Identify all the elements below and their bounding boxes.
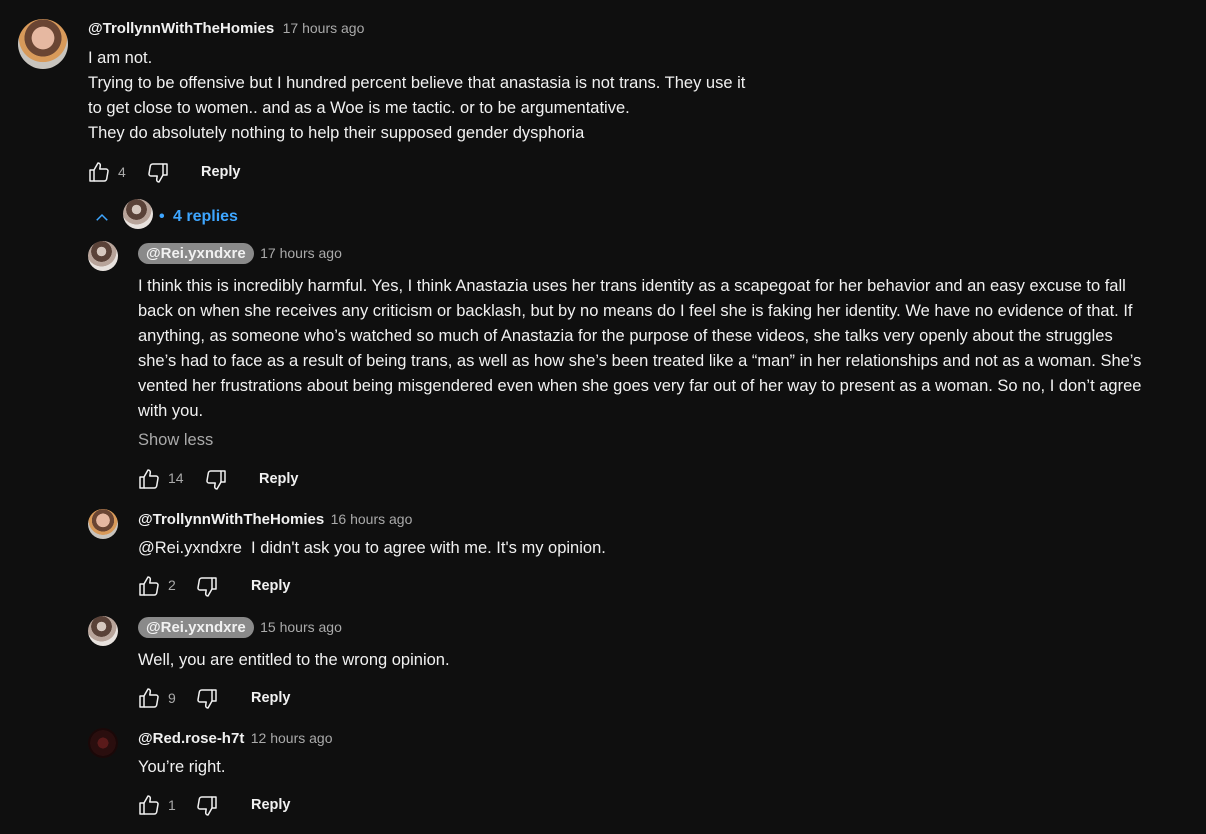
thumb-down-icon bbox=[206, 470, 226, 490]
reply-body: I think this is incredibly harmful. Yes,… bbox=[138, 274, 1204, 424]
avatar[interactable] bbox=[88, 728, 118, 758]
avatar[interactable] bbox=[88, 616, 118, 646]
reply-line: back on when she receives any criticism … bbox=[138, 302, 1133, 320]
reply-line: with you. bbox=[138, 402, 204, 420]
replies-bullet: • bbox=[159, 208, 165, 225]
reply-time[interactable]: 16 hours ago bbox=[331, 511, 413, 527]
dislike-button[interactable] bbox=[195, 687, 219, 711]
thumb-down-icon bbox=[197, 689, 217, 709]
reply-button[interactable]: Reply bbox=[251, 578, 291, 594]
thumb-up-icon bbox=[139, 576, 159, 596]
like-count: 9 bbox=[168, 690, 176, 706]
like-button[interactable] bbox=[137, 574, 161, 598]
reply-header: @Rei.yxndxre 15 hours ago bbox=[138, 617, 342, 638]
comment-line: They do absolutely nothing to help their… bbox=[88, 124, 585, 142]
reply-line: vented her frustrations about being misg… bbox=[138, 377, 1142, 395]
reply-author-pill[interactable]: @Rei.yxndxre bbox=[138, 617, 254, 638]
comment-line: Trying to be offensive but I hundred per… bbox=[88, 74, 746, 92]
like-button[interactable] bbox=[137, 467, 161, 491]
like-count: 14 bbox=[168, 470, 184, 486]
reply-button[interactable]: Reply bbox=[259, 471, 299, 487]
dislike-button[interactable] bbox=[195, 575, 219, 599]
reply-time[interactable]: 12 hours ago bbox=[251, 730, 333, 746]
reply-button[interactable]: Reply bbox=[251, 690, 291, 706]
thumb-up-icon bbox=[139, 688, 159, 708]
like-count: 2 bbox=[168, 577, 176, 593]
reply-line: she’s had to face as a result of being t… bbox=[138, 352, 1142, 370]
like-count: 4 bbox=[118, 164, 126, 180]
replier-avatar bbox=[123, 199, 153, 229]
thumb-down-icon bbox=[197, 796, 217, 816]
reply-time[interactable]: 15 hours ago bbox=[260, 619, 342, 635]
reply-header: @Rei.yxndxre 17 hours ago bbox=[138, 243, 342, 264]
reply-time[interactable]: 17 hours ago bbox=[260, 245, 342, 261]
reply-line: I think this is incredibly harmful. Yes,… bbox=[138, 277, 1126, 295]
like-button[interactable] bbox=[87, 160, 111, 184]
comment-line: I am not. bbox=[88, 49, 153, 67]
thumb-up-icon bbox=[139, 795, 159, 815]
reply-author[interactable]: @TrollynnWithTheHomies bbox=[138, 511, 324, 528]
like-button[interactable] bbox=[137, 793, 161, 817]
comment-header: @TrollynnWithTheHomies 17 hours ago bbox=[88, 20, 364, 38]
reply-author-pill[interactable]: @Rei.yxndxre bbox=[138, 243, 254, 264]
reply-header: @Red.rose-h7t 12 hours ago bbox=[138, 730, 333, 748]
show-less-button[interactable]: Show less bbox=[138, 431, 213, 450]
dislike-button[interactable] bbox=[195, 794, 219, 818]
reply-line: anything, as someone who’s watched so mu… bbox=[138, 327, 1113, 345]
comment-line: to get close to women.. and as a Woe is … bbox=[88, 99, 630, 117]
comment-body: I am not. Trying to be offensive but I h… bbox=[88, 46, 1188, 146]
reply-author[interactable]: @Red.rose-h7t bbox=[138, 730, 244, 747]
reply-body: You’re right. bbox=[138, 758, 226, 776]
reply-body: @Rei.yxndxre I didn't ask you to agree w… bbox=[138, 539, 606, 557]
avatar[interactable] bbox=[18, 19, 68, 69]
thumb-down-icon bbox=[197, 577, 217, 597]
reply-body: Well, you are entitled to the wrong opin… bbox=[138, 651, 450, 669]
dislike-button[interactable] bbox=[146, 161, 170, 185]
thumb-down-icon bbox=[148, 163, 168, 183]
comment-author[interactable]: @TrollynnWithTheHomies bbox=[88, 20, 274, 37]
like-count: 1 bbox=[168, 797, 176, 813]
dislike-button[interactable] bbox=[204, 468, 228, 492]
reply-button[interactable]: Reply bbox=[201, 164, 241, 180]
thumb-up-icon bbox=[139, 469, 159, 489]
like-button[interactable] bbox=[137, 686, 161, 710]
reply-button[interactable]: Reply bbox=[251, 797, 291, 813]
chevron-up-icon bbox=[96, 213, 108, 221]
thumb-up-icon bbox=[89, 162, 109, 182]
comment-time[interactable]: 17 hours ago bbox=[283, 20, 365, 36]
avatar[interactable] bbox=[88, 509, 118, 539]
avatar[interactable] bbox=[88, 241, 118, 271]
replies-count: 4 replies bbox=[173, 208, 238, 225]
reply-header: @TrollynnWithTheHomies 16 hours ago bbox=[138, 511, 412, 529]
